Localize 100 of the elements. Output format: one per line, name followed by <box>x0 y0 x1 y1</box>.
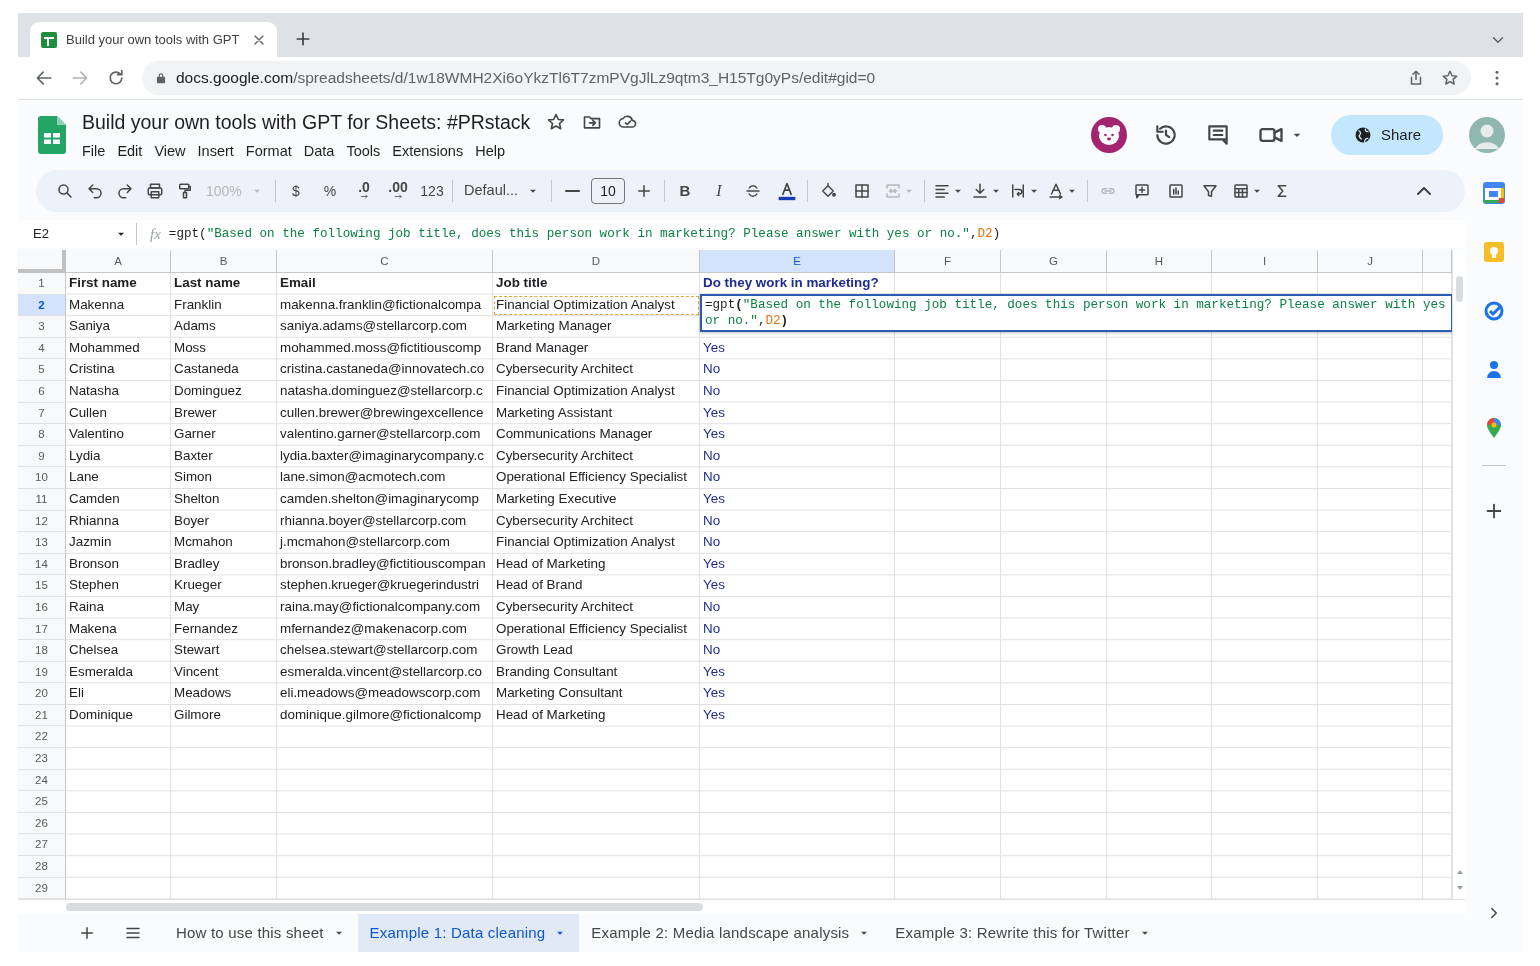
row-header[interactable]: 16 <box>18 596 66 619</box>
menu-item[interactable]: Edit <box>111 140 149 163</box>
menu-item[interactable]: Extensions <box>386 140 470 163</box>
bookmark-star-icon[interactable] <box>1441 69 1459 87</box>
table-cell-text: Mohammed <box>68 338 141 357</box>
formula-text[interactable]: =gpt("Based on the following job title, does this person work in marketing? Please answer with yes or no.",D2) <box>168 224 1001 244</box>
row-header[interactable]: 9 <box>18 445 66 468</box>
table-cell-text: Marketing Executive <box>495 489 618 508</box>
column-header[interactable]: G <box>1001 250 1107 273</box>
number-format-button[interactable]: 123 <box>417 176 447 206</box>
history-icon[interactable] <box>1153 122 1179 148</box>
table-cell-text: Head of Marketing <box>495 705 607 724</box>
row-header[interactable]: 7 <box>18 402 66 425</box>
sheet-tab[interactable]: Example 2: Media landscape analysis <box>579 914 884 952</box>
font-size-field[interactable]: 10 <box>591 178 625 204</box>
percent-button[interactable]: % <box>315 176 345 206</box>
row-header[interactable]: 5 <box>18 359 66 381</box>
table-cell-text: Vincent <box>173 662 220 681</box>
table-cell-text: Lane <box>68 468 100 487</box>
table-cell-text: lydia.baxter@imaginarycompany.c <box>279 446 485 465</box>
column-header[interactable]: J <box>1318 250 1423 273</box>
text-rotation-icon <box>1047 182 1065 200</box>
font-select[interactable]: Defaul... <box>458 176 546 206</box>
back-icon[interactable] <box>34 68 54 88</box>
row-header[interactable]: 11 <box>18 488 66 511</box>
name-box[interactable]: E2 <box>18 224 128 244</box>
map-pin-icon[interactable] <box>1485 417 1503 439</box>
table-cell-text: No <box>702 597 722 616</box>
row-header[interactable]: 1 <box>18 273 66 295</box>
row-header[interactable]: 14 <box>18 553 66 576</box>
reload-icon[interactable] <box>106 68 126 88</box>
row-header[interactable]: 10 <box>18 467 66 489</box>
row-header[interactable]: 23 <box>18 748 66 770</box>
address-bar[interactable]: docs.google.com/spreadsheets/d/1w18WMH2Xi6oYkzTl6T7zmPVgJlLz9qtm3_H15Tg0yPs/edit#gid=0 <box>142 61 1471 95</box>
row-header[interactable]: 3 <box>18 316 66 338</box>
tasks-icon[interactable] <box>1483 300 1505 322</box>
comment-icon[interactable] <box>1205 122 1231 148</box>
sheet-tab[interactable]: How to use this sheet <box>164 914 358 952</box>
column-header[interactable]: C <box>277 250 493 273</box>
sheet-tab[interactable]: Example 3: Rewrite this for Twitter <box>883 914 1164 952</box>
row-header[interactable]: 20 <box>18 683 66 705</box>
browser-tab[interactable]: Build your own tools with GPT <box>30 22 277 57</box>
menu-item[interactable]: Tools <box>340 140 387 163</box>
menu-item[interactable]: Format <box>239 140 298 163</box>
table-cell-text: lane.simon@acmotech.com <box>279 468 447 487</box>
menu-item[interactable]: Help <box>469 140 511 163</box>
table-cell-text: Yes <box>702 576 726 595</box>
bold-button[interactable]: B <box>670 176 700 206</box>
row-header[interactable]: 12 <box>18 510 66 533</box>
vertical-scrollbar-thumb[interactable] <box>1456 276 1463 302</box>
column-header[interactable]: E <box>700 250 895 273</box>
row-header[interactable]: 18 <box>18 640 66 662</box>
menu-item[interactable]: View <box>148 140 192 163</box>
calendar-icon[interactable] <box>1483 182 1505 204</box>
table-cell-text: Garner <box>173 425 217 444</box>
row-header[interactable]: 8 <box>18 424 66 446</box>
column-header[interactable]: F <box>895 250 1001 273</box>
currency-button[interactable]: $ <box>281 176 311 206</box>
row-header[interactable]: 6 <box>18 380 66 403</box>
document-title[interactable]: Build your own tools with GPT for Sheets: #PRstack <box>82 107 531 137</box>
column-header[interactable]: A <box>66 250 171 273</box>
row-header[interactable]: 27 <box>18 834 66 857</box>
sheet-tab[interactable]: Example 1: Data cleaning <box>357 914 580 952</box>
table-cell-text: j.mcmahon@stellarcorp.com <box>278 533 451 552</box>
row-header[interactable]: 28 <box>18 856 66 878</box>
row-header[interactable]: 21 <box>18 704 66 727</box>
menu-item[interactable]: Insert <box>191 140 240 163</box>
menu-item[interactable]: Data <box>297 140 341 163</box>
sheets-logo-icon[interactable] <box>38 116 66 154</box>
row-header[interactable]: 2 <box>18 294 66 317</box>
row-header[interactable]: 19 <box>18 661 66 684</box>
decrease-decimal-button[interactable]: .0 <box>349 176 379 206</box>
column-header[interactable]: D <box>493 250 700 273</box>
row-header[interactable]: 29 <box>18 877 66 899</box>
column-header[interactable]: B <box>171 250 277 273</box>
row-header[interactable]: 17 <box>18 618 66 641</box>
filter-icon <box>1201 182 1219 200</box>
borders-icon <box>853 182 871 200</box>
row-header[interactable]: 22 <box>18 726 66 749</box>
table-cell-text: Saniya <box>68 317 111 336</box>
row-header[interactable]: 13 <box>18 532 66 554</box>
row-header[interactable]: 15 <box>18 575 66 597</box>
row-header[interactable]: 26 <box>18 812 66 835</box>
menu-item[interactable]: File <box>76 140 112 163</box>
formula-editor[interactable]: =gpt("Based on the following job title, does this person work in marketing? Please answer with yes or no.",D2) <box>700 294 1453 332</box>
column-header[interactable]: I <box>1212 250 1318 273</box>
scroll-up-icon[interactable] <box>1457 870 1463 874</box>
bear-icon[interactable] <box>1091 117 1127 153</box>
row-header[interactable]: 4 <box>18 337 66 360</box>
function-label: fx <box>150 224 161 244</box>
table-cell-text: Boyer <box>173 511 210 530</box>
row-header[interactable]: 24 <box>18 769 66 792</box>
scroll-down-icon[interactable] <box>1457 886 1463 890</box>
italic-button[interactable]: I <box>704 176 734 206</box>
table-cell-text: Brewer <box>173 403 218 422</box>
row-header[interactable]: 25 <box>18 791 66 813</box>
horizontal-scrollbar-thumb[interactable] <box>66 903 703 911</box>
column-header[interactable]: H <box>1107 250 1212 273</box>
increase-decimal-button[interactable]: .00 <box>383 176 413 206</box>
share-button[interactable]: Share <box>1331 115 1443 155</box>
